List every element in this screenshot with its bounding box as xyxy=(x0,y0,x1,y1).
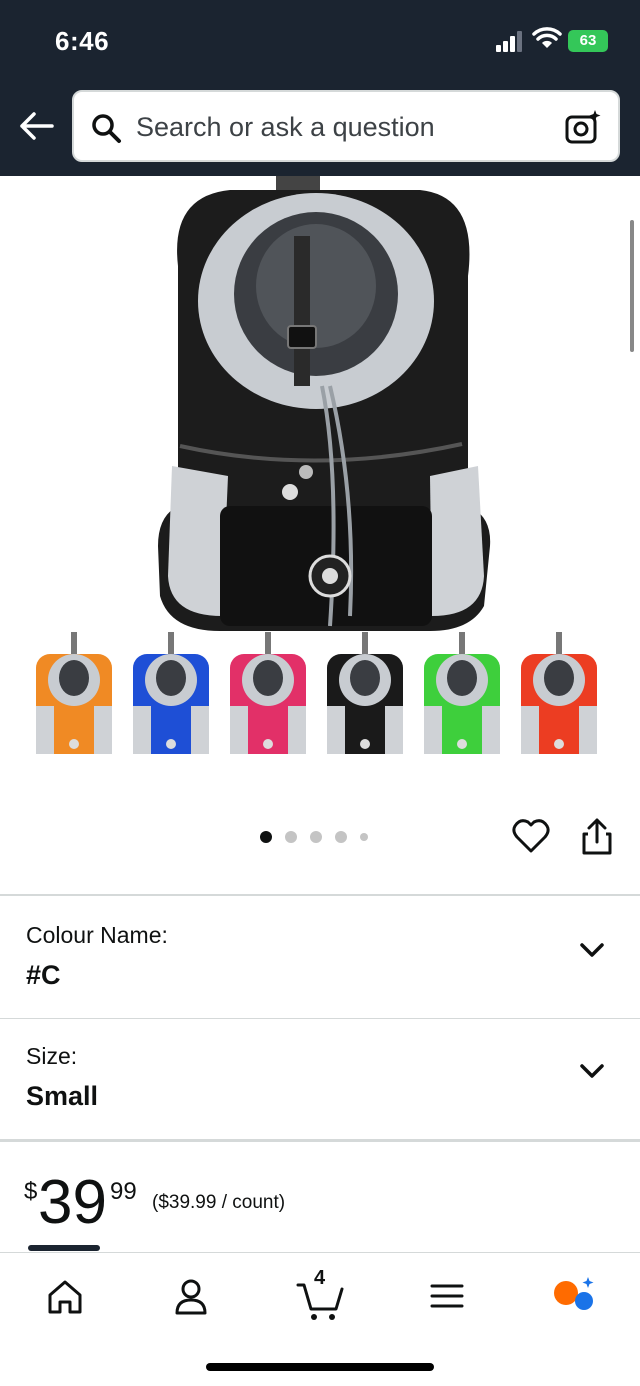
image-carousel-dots[interactable] xyxy=(260,830,368,844)
chevron-down-icon xyxy=(580,943,604,957)
cart-button[interactable]: 4 xyxy=(296,1267,346,1323)
bottom-nav: 4 xyxy=(0,1245,640,1386)
menu-icon[interactable] xyxy=(422,1271,472,1321)
signal-icon xyxy=(496,31,522,52)
price-whole: 39 xyxy=(38,1168,107,1237)
size-value: Small xyxy=(26,1081,99,1111)
colour-variant-selector[interactable]: Colour Name: #C xyxy=(0,896,640,1018)
rufus-assistant-icon[interactable] xyxy=(550,1271,600,1321)
wifi-icon xyxy=(532,27,562,48)
colour-value: #C xyxy=(26,960,61,990)
status-bar: 6:46 63 xyxy=(0,0,640,80)
search-header: Search or ask a question xyxy=(0,80,640,176)
swatch-orange[interactable] xyxy=(36,632,112,754)
carousel-dot[interactable] xyxy=(310,831,322,843)
price-currency: $ xyxy=(24,1178,38,1205)
swatch-pink[interactable] xyxy=(230,632,306,754)
carousel-dot[interactable] xyxy=(335,831,347,843)
search-input[interactable]: Search or ask a question xyxy=(72,90,620,162)
share-icon[interactable] xyxy=(580,816,614,856)
divider xyxy=(0,1139,640,1142)
heart-icon[interactable] xyxy=(512,818,550,854)
carousel-dot[interactable] xyxy=(285,831,297,843)
carousel-dot[interactable] xyxy=(360,833,368,841)
cart-icon xyxy=(296,1283,344,1320)
search-icon xyxy=(92,114,121,143)
size-label: Size: xyxy=(26,1043,78,1069)
colour-label: Colour Name: xyxy=(26,922,168,948)
unit-price: ($39.99 / count) xyxy=(152,1192,286,1213)
battery-icon: 63 xyxy=(568,30,608,52)
camera-search-icon[interactable] xyxy=(564,108,602,146)
swatch-red[interactable] xyxy=(521,632,597,754)
colour-swatches[interactable] xyxy=(0,626,640,766)
price-fraction: 99 xyxy=(110,1178,137,1205)
active-tab-indicator xyxy=(28,1245,100,1251)
back-arrow-icon[interactable] xyxy=(18,110,54,142)
search-placeholder: Search or ask a question xyxy=(136,112,435,142)
battery-level: 63 xyxy=(579,32,597,49)
carousel-dot[interactable] xyxy=(260,831,272,843)
chevron-down-icon xyxy=(580,1064,604,1078)
status-time: 6:46 xyxy=(55,26,110,56)
home-icon[interactable] xyxy=(40,1271,90,1321)
account-icon[interactable] xyxy=(166,1271,216,1321)
swatch-blue[interactable] xyxy=(133,632,209,754)
size-variant-selector[interactable]: Size: Small xyxy=(0,1019,640,1139)
swatch-black[interactable] xyxy=(327,632,403,754)
image-scrollbar[interactable] xyxy=(630,220,634,352)
swatch-green[interactable] xyxy=(424,632,500,754)
home-indicator xyxy=(206,1363,434,1371)
